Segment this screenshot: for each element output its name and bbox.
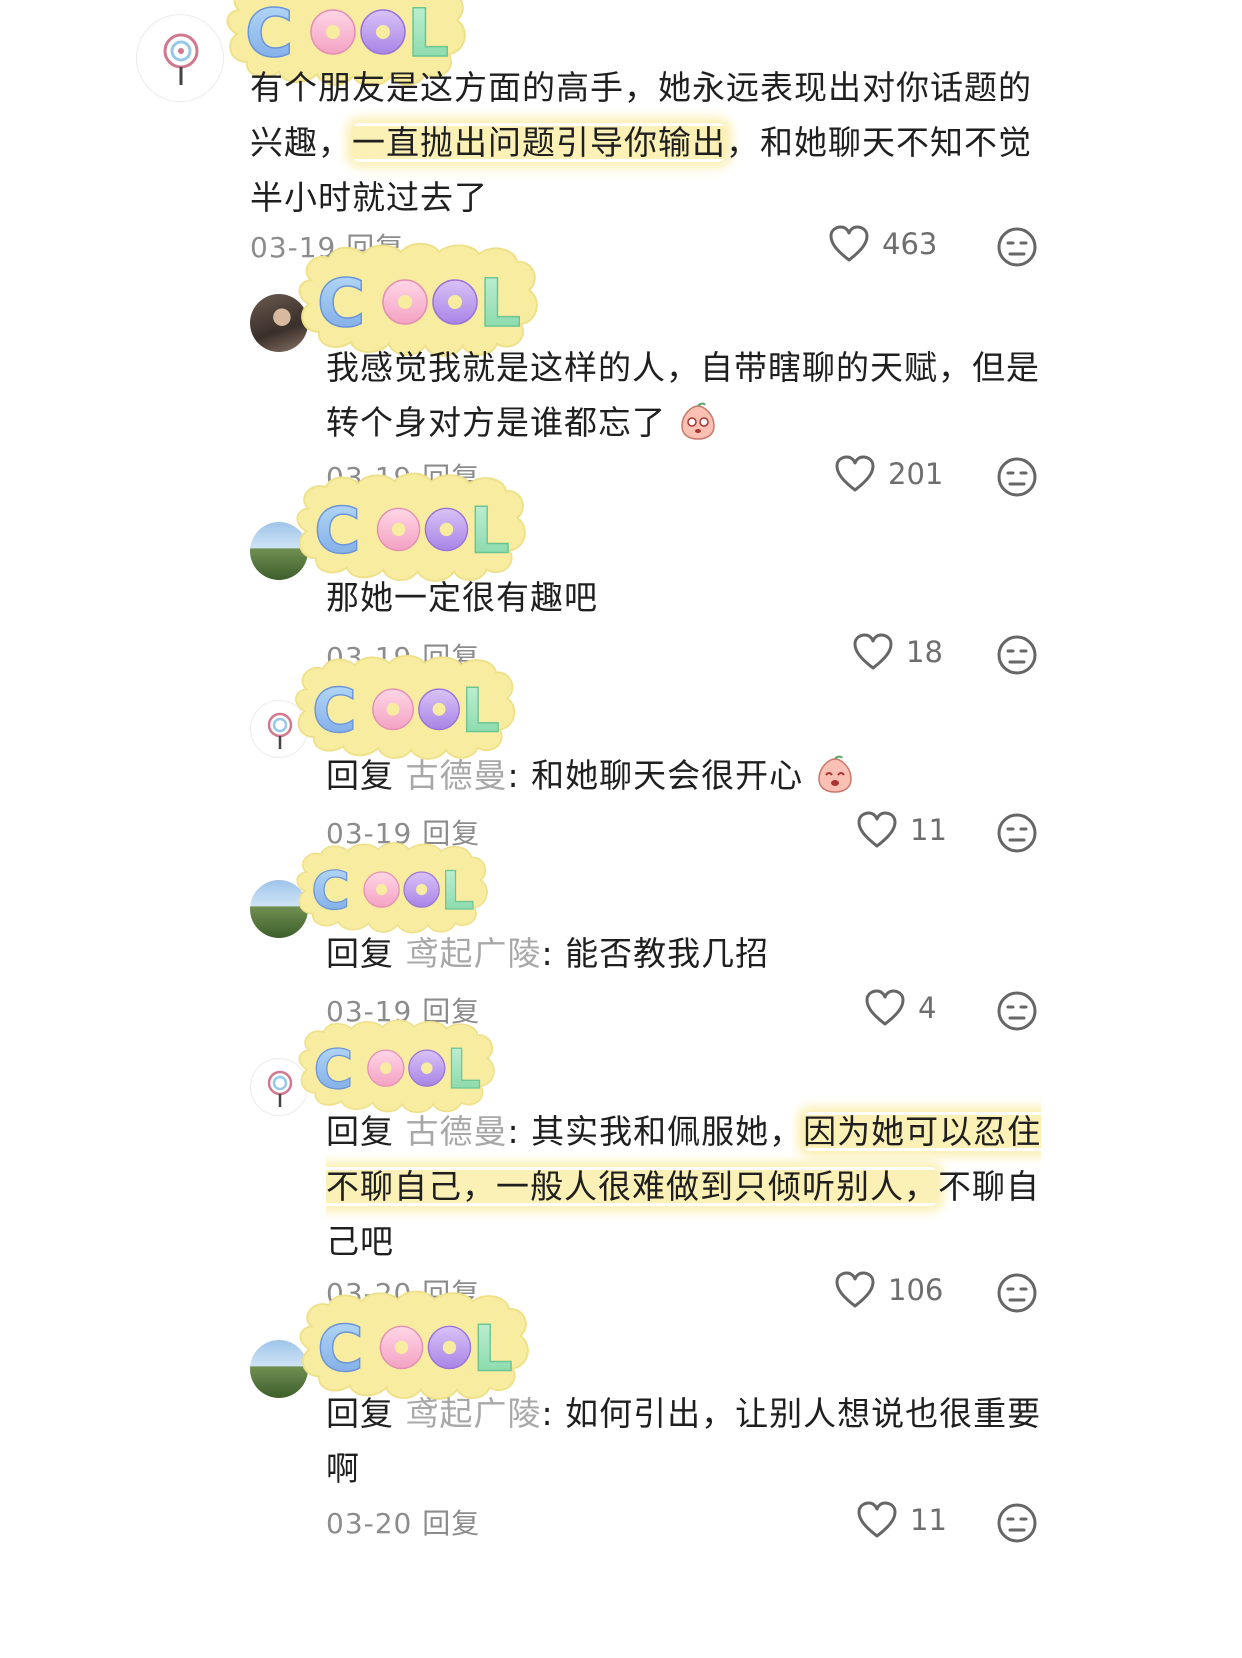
- comment-text: 回复 鸢起广陵: 能否教我几招: [326, 934, 770, 973]
- comment-text: 我感觉我就是这样的人，自带瞎聊的天赋，但是转个身对方是谁都忘了: [326, 348, 1040, 442]
- mention-user[interactable]: 鸢起广陵: [406, 934, 542, 973]
- highlighted-text: 一直抛出问题引导你输出: [352, 123, 726, 162]
- like-count: 463: [882, 227, 938, 261]
- heart-outline-icon: [853, 633, 893, 670]
- comment-date: 03-20: [326, 1507, 413, 1540]
- comment-text: 回复 古德曼: 其实我和佩服她，因为她可以忍住不聊自己，一般人很难做到只倾听别人…: [326, 1112, 1042, 1261]
- like-count: 4: [918, 991, 937, 1025]
- heart-outline-icon: [857, 1501, 897, 1538]
- like-button[interactable]: 106: [834, 1270, 943, 1310]
- neutral-face-icon[interactable]: [996, 226, 1038, 268]
- heart-outline-icon: [829, 225, 869, 262]
- like-button[interactable]: 18: [852, 632, 943, 672]
- like-button[interactable]: 201: [834, 454, 943, 494]
- comment-meta: 03-20 回复: [326, 1502, 480, 1542]
- like-count: 106: [888, 1273, 944, 1307]
- mention-user[interactable]: 古德曼: [406, 1112, 508, 1151]
- heart-outline-icon: [835, 1271, 875, 1308]
- reply-link[interactable]: 回复: [422, 1507, 480, 1540]
- like-button[interactable]: 11: [856, 1500, 947, 1540]
- neutral-face-icon[interactable]: [996, 1272, 1038, 1314]
- like-count: 201: [888, 457, 944, 491]
- like-button[interactable]: 463: [828, 224, 937, 264]
- cool-sticker: [296, 472, 526, 582]
- like-count: 11: [910, 813, 947, 847]
- like-count: 11: [910, 1503, 947, 1537]
- mention-user[interactable]: 古德曼: [406, 756, 508, 795]
- neutral-face-icon[interactable]: [996, 1502, 1038, 1544]
- neutral-face-icon[interactable]: [996, 634, 1038, 676]
- heart-outline-icon: [865, 989, 905, 1026]
- like-count: 18: [906, 635, 943, 669]
- comment-text: 回复 古德曼: 和她聊天会很开心: [326, 748, 1046, 803]
- comment-text: 那她一定很有趣吧: [326, 578, 598, 617]
- like-button[interactable]: 11: [856, 810, 947, 850]
- cool-sticker: [296, 842, 488, 934]
- mention-user[interactable]: 鸢起广陵: [406, 1394, 542, 1433]
- neutral-face-icon[interactable]: [996, 456, 1038, 498]
- heart-outline-icon: [835, 455, 875, 492]
- like-button[interactable]: 4: [864, 988, 936, 1028]
- peach-face-emoji: [817, 755, 852, 793]
- neutral-face-icon[interactable]: [996, 812, 1038, 854]
- neutral-face-icon[interactable]: [996, 990, 1038, 1032]
- heart-outline-icon: [857, 811, 897, 848]
- comment-text: 回复 鸢起广陵: 如何引出，让别人想说也很重要啊: [326, 1394, 1042, 1488]
- peach-face-emoji: [680, 402, 715, 440]
- comment-text: 有个朋友是这方面的高手，她永远表现出对你话题的兴趣，一直抛出问题引导你输出，和她…: [250, 68, 1032, 217]
